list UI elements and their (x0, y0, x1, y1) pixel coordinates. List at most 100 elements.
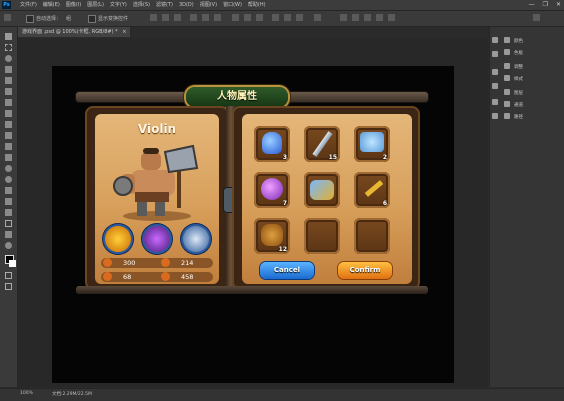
character-icon[interactable] (492, 113, 498, 119)
path-select-icon[interactable] (5, 209, 12, 216)
confirm-button[interactable]: Confirm (338, 262, 392, 279)
hand-icon[interactable] (5, 231, 12, 238)
align-middle-icon[interactable] (162, 14, 169, 21)
menu-layer[interactable]: 图层(L) (87, 0, 104, 10)
move-icon[interactable] (5, 33, 12, 40)
minimize-button[interactable]: — (529, 0, 535, 10)
lasso-icon[interactable] (5, 55, 12, 62)
distribute-right-icon[interactable] (296, 14, 303, 21)
pen-icon[interactable] (5, 187, 12, 194)
show-transform-checkbox[interactable] (88, 15, 96, 23)
healing-brush-icon[interactable] (5, 99, 12, 106)
menu-type[interactable]: 文字(Y) (110, 0, 127, 10)
info-icon[interactable] (492, 69, 498, 75)
color-icon[interactable] (504, 37, 510, 43)
distribute-left-icon[interactable] (272, 14, 279, 21)
panel-label-color[interactable]: 颜色 (514, 38, 523, 44)
zoom-icon[interactable] (5, 242, 12, 249)
distribute-top-icon[interactable] (232, 14, 239, 21)
panel-label-styles[interactable]: 样式 (514, 76, 523, 82)
inventory-slot[interactable]: 6 (354, 172, 390, 208)
maximize-button[interactable]: ❐ (543, 0, 548, 10)
document-size[interactable]: 文档:2.29M/22.5M (52, 391, 92, 397)
align-center-icon[interactable] (202, 14, 209, 21)
menu-file[interactable]: 文件(F) (20, 0, 37, 10)
panel-label-paths[interactable]: 路径 (514, 114, 523, 120)
auto-select-checkbox[interactable] (26, 15, 34, 23)
menu-help[interactable]: 帮助(H) (248, 0, 266, 10)
menu-filter[interactable]: 滤镜(T) (156, 0, 173, 10)
clone-stamp-icon[interactable] (5, 121, 12, 128)
distribute-middle-icon[interactable] (244, 14, 251, 21)
workspace-icon[interactable] (533, 14, 540, 21)
menu-select[interactable]: 选择(S) (133, 0, 150, 10)
eyedropper-icon[interactable] (5, 88, 12, 95)
skill-shield-icon[interactable] (183, 226, 209, 252)
zoom-level[interactable]: 100% (20, 391, 33, 396)
distribute-center-icon[interactable] (284, 14, 291, 21)
move-tool-icon[interactable] (4, 14, 11, 21)
inventory-slot-empty[interactable] (354, 218, 390, 254)
panel-label-channels[interactable]: 通道 (514, 102, 523, 108)
actions-icon[interactable] (492, 83, 498, 89)
document-canvas[interactable]: 人物属性 Violin 300 214 68 458 3 15 2 7 6 12… (52, 66, 454, 383)
history-icon[interactable] (492, 37, 498, 43)
menu-3d[interactable]: 3D(D) (179, 0, 194, 10)
3d-drag-icon[interactable] (376, 14, 383, 21)
panel-label-swatches[interactable]: 色板 (514, 50, 523, 56)
panel-label-layers[interactable]: 图层 (514, 90, 523, 96)
layer-select-dropdown[interactable]: 组 (66, 15, 71, 22)
inventory-slot[interactable]: 2 (354, 126, 390, 162)
close-window-button[interactable]: ✕ (556, 0, 561, 10)
inventory-slot[interactable]: 15 (304, 126, 340, 162)
distribute-bottom-icon[interactable] (256, 14, 263, 21)
swatches-icon[interactable] (504, 49, 510, 55)
properties-icon[interactable] (492, 51, 498, 57)
inventory-slot[interactable] (304, 172, 340, 208)
align-top-icon[interactable] (150, 14, 157, 21)
inventory-slot[interactable]: 3 (254, 126, 290, 162)
paragraph-icon[interactable] (492, 99, 498, 105)
align-right-icon[interactable] (214, 14, 221, 21)
skill-arcane-icon[interactable] (144, 226, 170, 252)
dodge-icon[interactable] (5, 176, 12, 183)
paths-icon[interactable] (504, 113, 510, 119)
align-bottom-icon[interactable] (174, 14, 181, 21)
inventory-slot[interactable]: 12 (254, 218, 290, 254)
blur-icon[interactable] (5, 165, 12, 172)
marquee-icon[interactable] (5, 44, 12, 51)
rectangle-icon[interactable] (5, 220, 12, 227)
styles-icon[interactable] (504, 75, 510, 81)
adjustments-icon[interactable] (504, 63, 510, 69)
brush-icon[interactable] (5, 110, 12, 117)
layers-icon[interactable] (504, 89, 510, 95)
channels-icon[interactable] (504, 101, 510, 107)
inventory-slot[interactable]: 7 (254, 172, 290, 208)
crop-icon[interactable] (5, 77, 12, 84)
align-left-icon[interactable] (190, 14, 197, 21)
eraser-icon[interactable] (5, 143, 12, 150)
3d-roll-icon[interactable] (364, 14, 371, 21)
auto-align-icon[interactable] (314, 14, 321, 21)
menu-view[interactable]: 视图(V) (200, 0, 217, 10)
3d-mode-icon[interactable] (340, 14, 347, 21)
tab-close-icon[interactable]: × (122, 29, 126, 35)
inventory-slot-empty[interactable] (304, 218, 340, 254)
3d-slide-icon[interactable] (388, 14, 395, 21)
gradient-icon[interactable] (5, 154, 12, 161)
cancel-button[interactable]: Cancel (260, 262, 314, 279)
skill-fire-icon[interactable] (105, 226, 131, 252)
background-color-icon[interactable] (9, 260, 16, 267)
menu-edit[interactable]: 编辑(E) (43, 0, 60, 10)
menu-window[interactable]: 窗口(W) (223, 0, 242, 10)
3d-rotate-icon[interactable] (352, 14, 359, 21)
photoshop-app-icon[interactable]: Ps (2, 1, 11, 9)
screen-mode-icon[interactable] (5, 283, 12, 290)
history-brush-icon[interactable] (5, 132, 12, 139)
type-icon[interactable] (5, 198, 12, 205)
quick-mask-icon[interactable] (5, 272, 12, 279)
panel-label-adjustments[interactable]: 调整 (514, 64, 523, 70)
menu-image[interactable]: 图像(I) (66, 0, 81, 10)
tab-document[interactable]: 游戏界面 .psd @ 100%(卡框, RGB/8#) * × (18, 27, 132, 37)
quick-select-icon[interactable] (5, 66, 12, 73)
